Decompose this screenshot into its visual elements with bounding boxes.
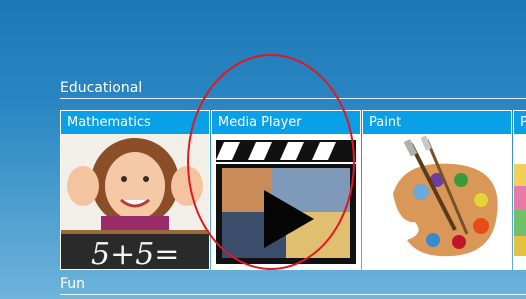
chalkboard-text: 5+5= <box>91 237 179 269</box>
tile-title-next: P <box>514 111 526 134</box>
media-player-image <box>212 134 360 269</box>
tile-media-player[interactable]: Media Player <box>211 110 361 270</box>
next-tile-image <box>514 134 526 269</box>
mathematics-image: 5+5= <box>61 134 209 269</box>
tile-next[interactable]: P <box>513 110 526 270</box>
section-header-fun: Fun <box>60 276 86 292</box>
tile-title-mathematics: Mathematics <box>61 111 209 134</box>
tile-paint[interactable]: Paint <box>362 110 512 270</box>
section-header-educational: Educational <box>60 80 143 96</box>
app-tiles-row: Mathematics 5+5= Media Player Paint <box>60 110 526 270</box>
section-divider <box>60 294 526 295</box>
tile-mathematics[interactable]: Mathematics 5+5= <box>60 110 210 270</box>
section-divider <box>60 98 526 99</box>
tile-title-paint: Paint <box>363 111 511 134</box>
tile-title-media-player: Media Player <box>212 111 360 134</box>
paint-image <box>363 134 511 269</box>
